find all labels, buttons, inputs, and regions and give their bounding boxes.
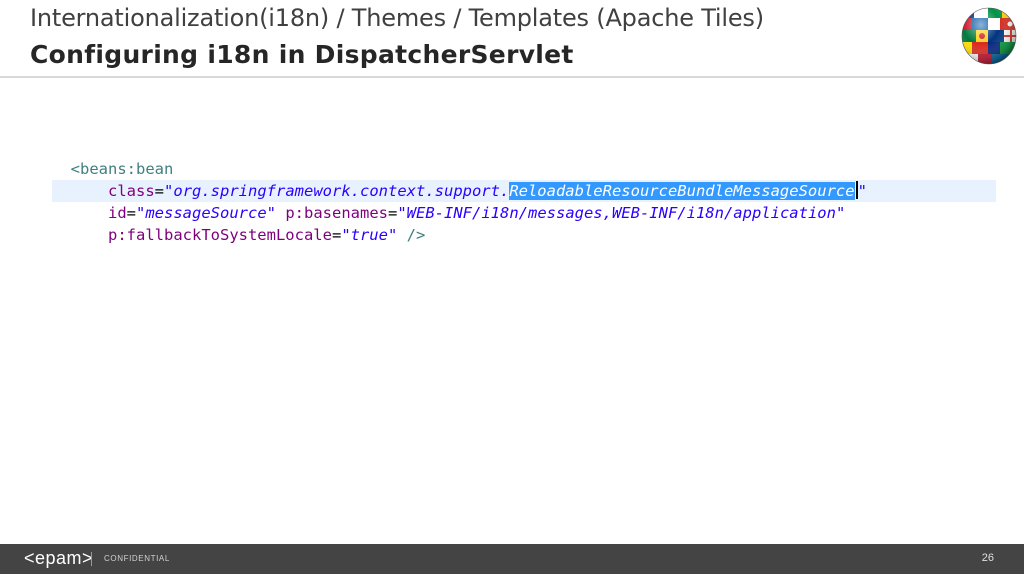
id-value: "messageSource"	[136, 204, 276, 222]
code-line-1: <beans:bean	[52, 158, 996, 180]
basenames-value: "WEB-INF/i18n/messages,WEB-INF/i18n/appl…	[397, 204, 846, 222]
xml-attr-fallback: p:fallbackToSystemLocale	[108, 226, 332, 244]
page-number: 26	[981, 552, 994, 564]
slide-content	[0, 78, 1024, 544]
code-line-3: id="messageSource" p:basenames="WEB-INF/…	[108, 204, 846, 222]
selected-text: ReloadableResourceBundleMessageSource	[509, 182, 855, 200]
xml-code-snippet: <beans:bean class="org.springframework.c…	[52, 158, 996, 246]
slide-header: Internationalization(i18n) / Themes / Te…	[0, 0, 1024, 76]
code-line-2-current: class="org.springframework.context.suppo…	[52, 180, 996, 202]
xml-attr-basenames: p:basenames	[285, 204, 388, 222]
footer-divider	[91, 552, 92, 566]
xml-tag-close: />	[406, 226, 426, 244]
slide-section-title: Internationalization(i18n) / Themes / Te…	[30, 4, 764, 32]
fallback-value: "true"	[341, 226, 398, 244]
epam-logo: <epam>	[24, 548, 94, 568]
xml-tag-open: <beans:bean	[70, 160, 174, 178]
class-value-package: org.springframework.context.support.	[173, 182, 510, 200]
slide-footer: <epam> CONFIDENTIAL 26	[0, 544, 1024, 574]
slide-title: Configuring i18n in DispatcherServlet	[30, 40, 574, 69]
code-line-4: p:fallbackToSystemLocale="true" />	[108, 226, 426, 244]
confidential-label: CONFIDENTIAL	[104, 554, 170, 563]
xml-attr-id: id	[108, 204, 127, 222]
xml-attr-class: class	[108, 182, 155, 200]
world-flags-globe-icon	[961, 7, 1017, 65]
slide: Internationalization(i18n) / Themes / Te…	[0, 0, 1024, 574]
